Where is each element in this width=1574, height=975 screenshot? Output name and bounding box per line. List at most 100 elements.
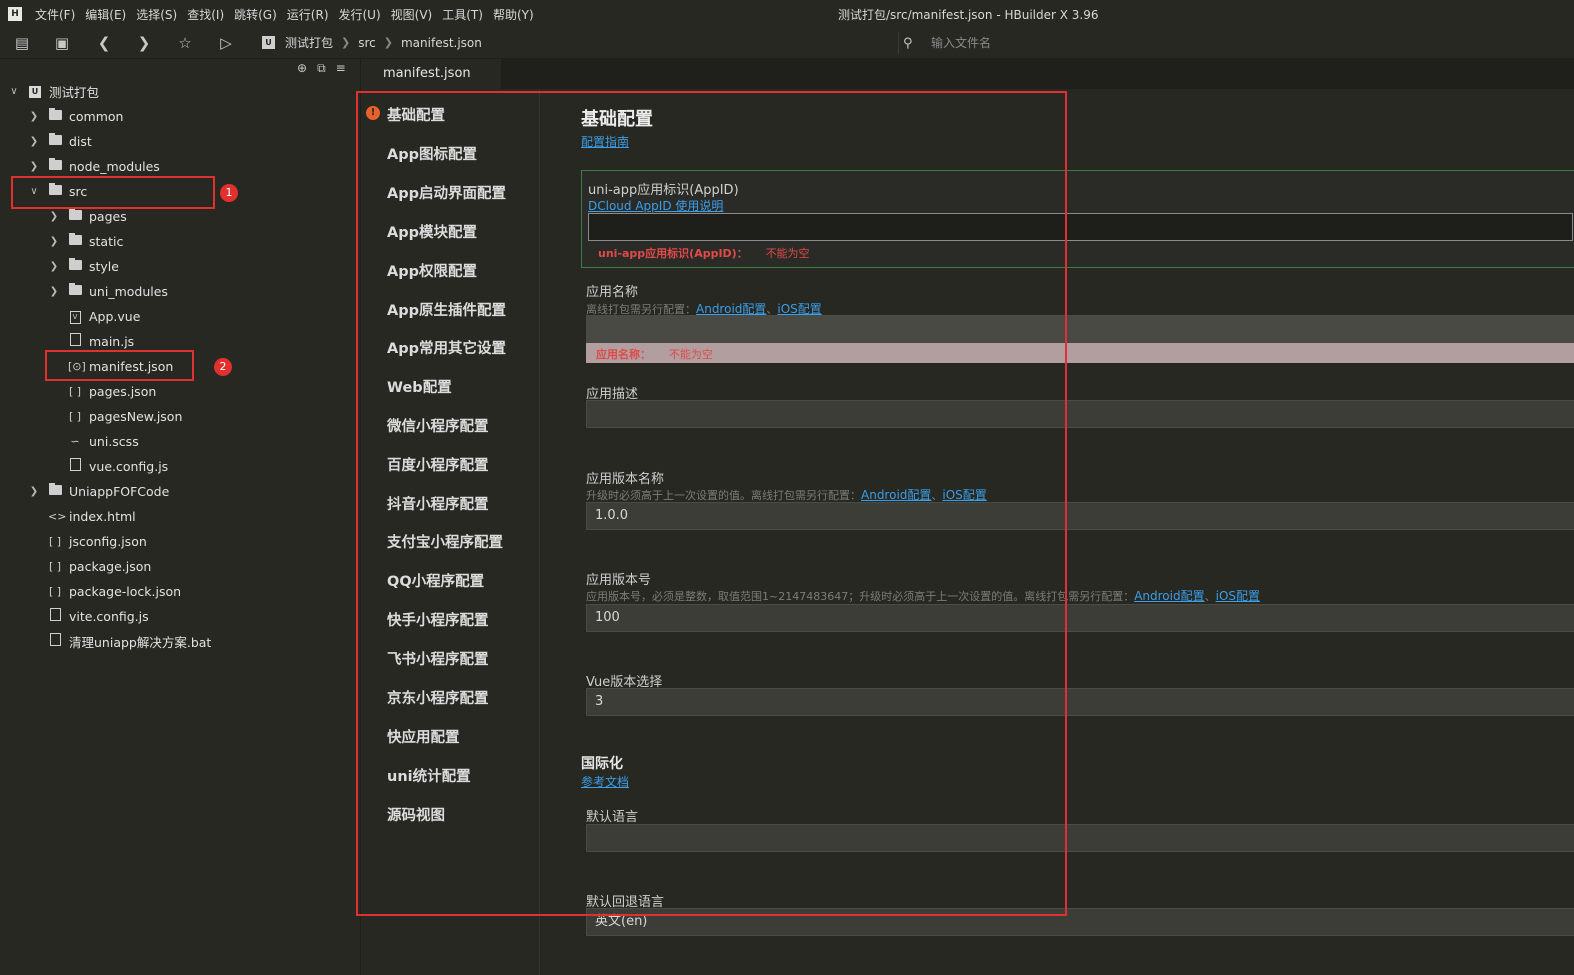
tree-item-jsconfig-json[interactable]: [ ] jsconfig.json (48, 530, 147, 552)
app-name-ios-link[interactable]: iOS配置 (777, 302, 821, 316)
vue-version-select[interactable]: 3 (586, 688, 1574, 716)
back-icon[interactable]: ❮ (94, 33, 114, 53)
annotation-badge-1: 1 (220, 184, 238, 202)
breadcrumb-file[interactable]: manifest.json (401, 36, 482, 50)
tree-item-index-html[interactable]: <> index.html (48, 505, 136, 527)
fallback-lang-select[interactable]: 英文(en) (586, 908, 1574, 936)
editor-tab-strip: manifest.json (361, 59, 1574, 89)
tab-manifest-json[interactable]: manifest.json (361, 59, 501, 89)
version-code-input[interactable]: 100 (586, 604, 1574, 632)
nav-app-module-config[interactable]: App模块配置 (387, 221, 477, 242)
nav-app-icon-config[interactable]: App图标配置 (387, 143, 477, 164)
app-name-input[interactable] (586, 315, 1574, 343)
tree-item-node-modules[interactable]: ❯ node_modules (28, 155, 160, 177)
config-guide-link[interactable]: 配置指南 (581, 133, 629, 150)
nav-app-permission-config[interactable]: App权限配置 (387, 260, 477, 281)
chevron-down-icon: ∨ (10, 85, 18, 97)
new-file-icon[interactable]: ▤ (12, 33, 32, 53)
tree-item-dist[interactable]: ❯ dist (28, 130, 92, 152)
json-file-icon: [ ] (68, 384, 82, 398)
app-name-error-message: 不能为空 (668, 348, 713, 361)
folder-icon (48, 107, 62, 123)
nav-app-native-plugin-config[interactable]: App原生插件配置 (387, 299, 506, 320)
nav-web-config[interactable]: Web配置 (387, 376, 452, 397)
run-icon[interactable]: ▷ (216, 33, 236, 53)
tree-item-package-lock-json[interactable]: [ ] package-lock.json (48, 580, 181, 602)
nav-alipay-mp-config[interactable]: 支付宝小程序配置 (387, 531, 503, 552)
menu-find[interactable]: 查找(I) (187, 6, 224, 23)
tree-item-pagesnew-json[interactable]: [ ] pagesNew.json (68, 405, 182, 427)
tree-project-root[interactable]: ∨ U 测试打包 (8, 80, 99, 102)
manifest-config-nav: ! 基础配置 App图标配置 App启动界面配置 App模块配置 App权限配置… (361, 89, 540, 975)
nav-jd-mp-config[interactable]: 京东小程序配置 (387, 687, 489, 708)
nav-wechat-mp-config[interactable]: 微信小程序配置 (387, 415, 489, 436)
nav-uni-stat-config[interactable]: uni统计配置 (387, 765, 471, 786)
forward-icon[interactable]: ❯ (134, 33, 154, 53)
locate-icon[interactable]: ⊕ (297, 61, 307, 76)
collapse-all-icon[interactable]: ⧉ (317, 61, 326, 76)
menu-goto[interactable]: 跳转(G) (234, 6, 277, 23)
tree-item-main-js[interactable]: main.js (68, 330, 134, 352)
nav-basic-config[interactable]: 基础配置 (387, 104, 445, 125)
version-name-android-link[interactable]: Android配置 (861, 488, 931, 502)
breadcrumb-folder[interactable]: src (358, 36, 376, 50)
app-desc-input[interactable] (586, 400, 1574, 428)
breadcrumb-separator-icon: ❯ (383, 36, 393, 49)
menu-run[interactable]: 运行(R) (287, 6, 329, 23)
appid-input[interactable] (588, 213, 1573, 241)
nav-app-splash-config[interactable]: App启动界面配置 (387, 182, 506, 203)
tree-item-uni-scss[interactable]: ∽ uni.scss (68, 430, 139, 452)
tree-label: uni.scss (89, 433, 139, 449)
nav-baidu-mp-config[interactable]: 百度小程序配置 (387, 454, 489, 475)
version-name-input[interactable]: 1.0.0 (586, 502, 1574, 530)
nav-douyin-mp-config[interactable]: 抖音小程序配置 (387, 493, 489, 514)
chevron-right-icon: ❯ (29, 485, 39, 497)
appid-error-label: uni-app应用标识(AppID)： (598, 247, 748, 260)
menu-bar: H 文件(F) 编辑(E) 选择(S) 查找(I) 跳转(G) 运行(R) 发行… (0, 0, 1574, 28)
breadcrumb-project[interactable]: 测试打包 (285, 34, 333, 51)
menu-publish[interactable]: 发行(U) (339, 6, 381, 23)
nav-qq-mp-config[interactable]: QQ小程序配置 (387, 570, 484, 591)
i18n-docs-link[interactable]: 参考文档 (581, 773, 629, 790)
version-name-ios-link[interactable]: iOS配置 (942, 488, 986, 502)
app-name-error-label: 应用名称： (596, 348, 651, 361)
breadcrumb-separator-icon: ❯ (341, 36, 351, 49)
nav-app-other-settings[interactable]: App常用其它设置 (387, 337, 506, 358)
tree-label: pages (89, 208, 127, 224)
app-name-error-bar: 应用名称： 不能为空 (586, 343, 1574, 363)
tree-item-vue-config-js[interactable]: vue.config.js (68, 455, 168, 477)
tree-item-uni-modules[interactable]: ❯ uni_modules (48, 280, 168, 302)
default-lang-select[interactable] (586, 824, 1574, 852)
version-code-android-link[interactable]: Android配置 (1134, 589, 1204, 603)
tree-item-static[interactable]: ❯ static (48, 230, 123, 252)
tree-item-package-json[interactable]: [ ] package.json (48, 555, 151, 577)
star-icon[interactable]: ☆ (175, 33, 195, 53)
tree-item-vite-config-js[interactable]: vite.config.js (48, 605, 149, 627)
tree-item-app-vue[interactable]: V App.vue (68, 305, 140, 327)
menu-view[interactable]: 视图(V) (391, 6, 433, 23)
menu-select[interactable]: 选择(S) (136, 6, 177, 23)
more-menu-icon[interactable]: ≡ (336, 61, 346, 76)
tree-item-pages-json[interactable]: [ ] pages.json (68, 380, 156, 402)
app-name-android-link[interactable]: Android配置 (696, 302, 766, 316)
nav-kuaishou-mp-config[interactable]: 快手小程序配置 (387, 609, 489, 630)
file-search-input[interactable] (929, 35, 1533, 51)
save-icon[interactable]: ▣ (52, 33, 72, 53)
tree-item-uniappfofcode[interactable]: ❯ UniappFOFCode (28, 480, 169, 502)
version-code-desc: 应用版本号，必须是整数，取值范围1~2147483647；升级时必须高于上一次设… (586, 590, 1135, 603)
bat-file-icon (48, 633, 62, 649)
appid-help-link[interactable]: DCloud AppID 使用说明 (588, 197, 723, 214)
js-file-icon (48, 608, 62, 624)
config-form: 基础配置 配置指南 uni-app应用标识(AppID) DCloud AppI… (540, 89, 1574, 975)
version-code-ios-link[interactable]: iOS配置 (1216, 589, 1260, 603)
tree-item-common[interactable]: ❯ common (28, 105, 123, 127)
tree-item-style[interactable]: ❯ style (48, 255, 119, 277)
menu-file[interactable]: 文件(F) (35, 6, 75, 23)
menu-tools[interactable]: 工具(T) (442, 6, 483, 23)
nav-feishu-mp-config[interactable]: 飞书小程序配置 (387, 648, 489, 669)
tree-item-bat[interactable]: 清理uniapp解决方案.bat (48, 630, 211, 652)
nav-quickapp-config[interactable]: 快应用配置 (387, 726, 460, 747)
nav-source-view[interactable]: 源码视图 (387, 804, 445, 825)
menu-edit[interactable]: 编辑(E) (85, 6, 126, 23)
menu-help[interactable]: 帮助(Y) (493, 6, 534, 23)
